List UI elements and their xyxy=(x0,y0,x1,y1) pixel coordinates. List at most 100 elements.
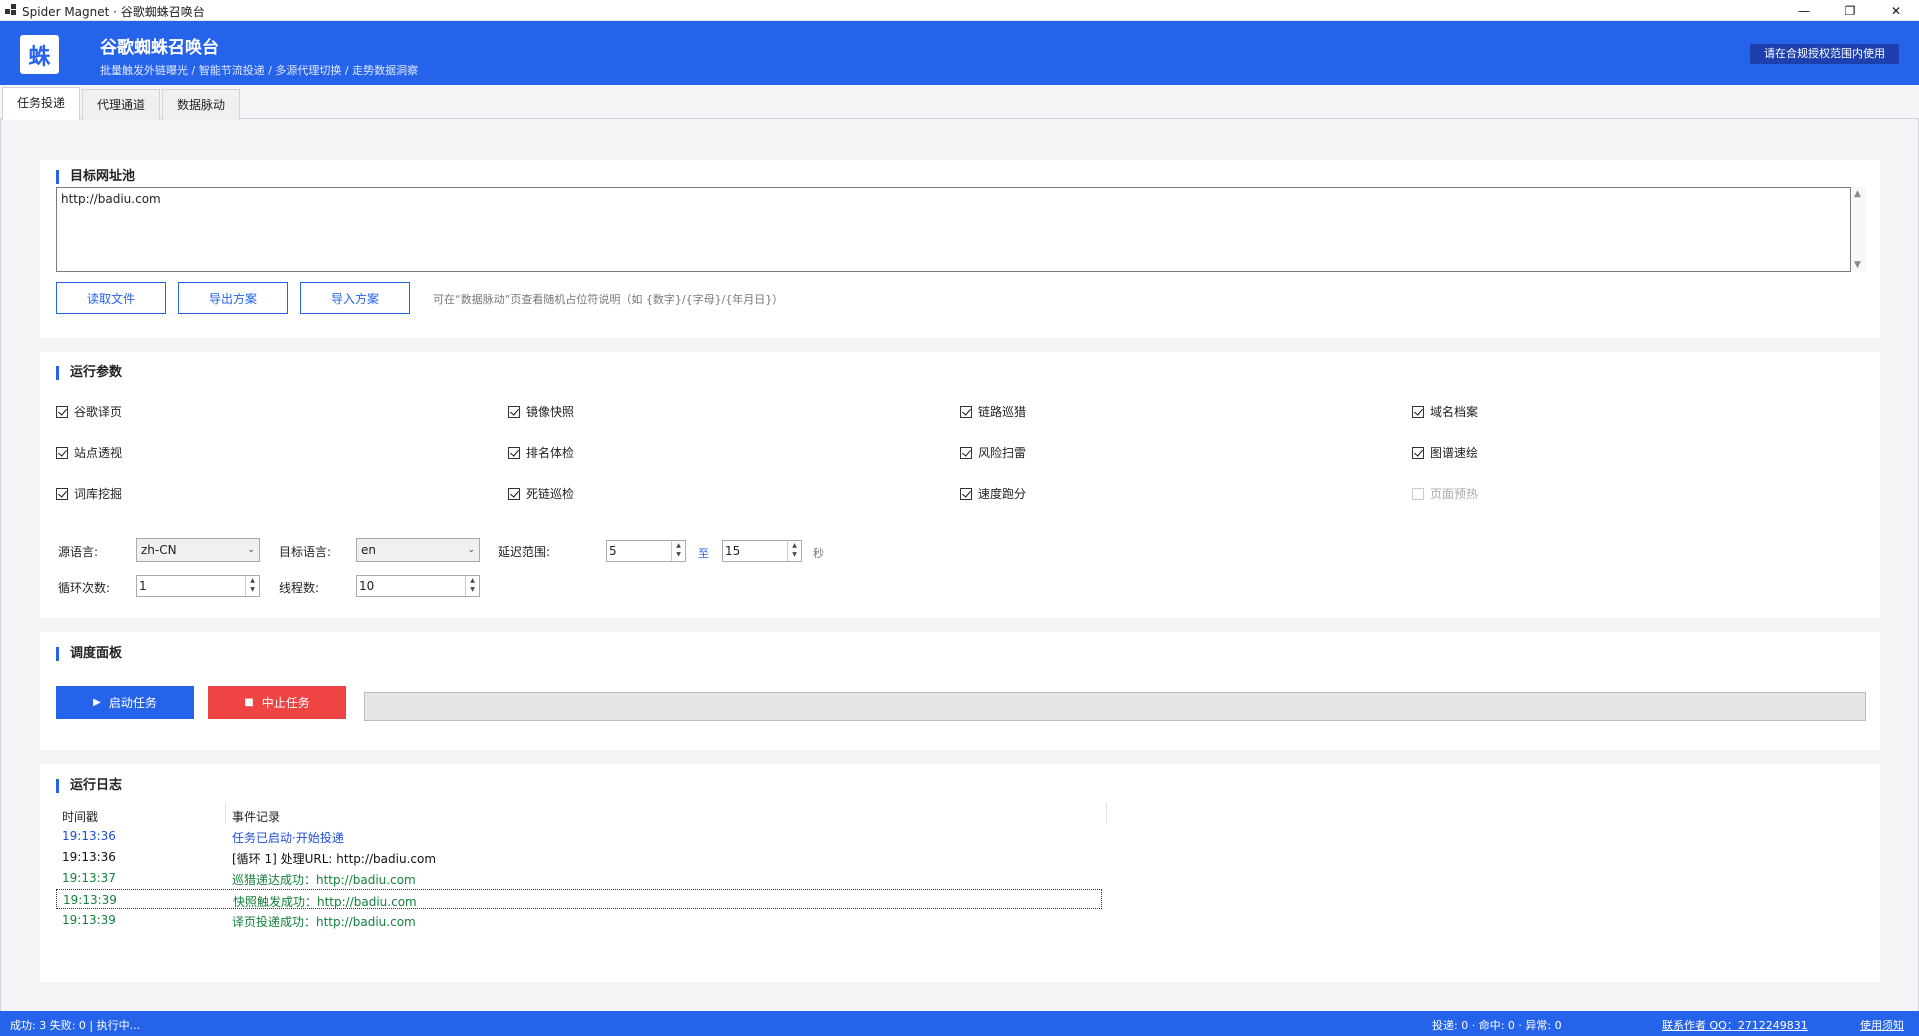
checkbox-option[interactable]: 域名档案 xyxy=(1412,403,1478,420)
delay-min-stepper[interactable]: 5 ▲ ▼ xyxy=(606,540,686,562)
checkbox-option[interactable]: 图谱速绘 xyxy=(1412,444,1478,461)
checkbox-option[interactable]: 词库挖掘 xyxy=(56,485,122,502)
task-progress-bar xyxy=(364,692,1866,721)
log-time: 19:13:37 xyxy=(62,871,116,885)
status-bar: 成功: 3 失败: 0 | 执行中... 投递: 0 · 命中: 0 · 异常:… xyxy=(0,1011,1919,1036)
app-header: 蛛 谷歌蜘蛛召唤台 批量触发外链曝光 / 智能节流投递 / 多源代理切换 / 走… xyxy=(0,21,1919,85)
start-task-button[interactable]: ▶ 启动任务 xyxy=(56,686,194,719)
loop-count-value: 1 xyxy=(139,579,147,593)
status-counters: 投递: 0 · 命中: 0 · 异常: 0 xyxy=(1432,1019,1562,1032)
start-task-label: 启动任务 xyxy=(108,696,157,710)
checkbox-label: 图谱速绘 xyxy=(1430,446,1479,460)
log-time: 19:13:36 xyxy=(62,829,116,843)
log-column-event[interactable]: 事件记录 xyxy=(232,808,280,825)
checkbox-option[interactable]: 谷歌译页 xyxy=(56,403,122,420)
thread-count-value: 10 xyxy=(359,579,375,593)
checkbox-label: 镜像快照 xyxy=(526,405,575,419)
checkbox-checked-icon[interactable] xyxy=(508,487,520,500)
placeholder-hint: 可在“数据脉动”页查看随机占位符说明（如 {数字}/{字母}/{年月日}） xyxy=(433,293,784,306)
delay-max-stepper[interactable]: 15 ▲ ▼ xyxy=(722,540,802,562)
window-title: Spider Magnet · 谷歌蜘蛛召唤台 xyxy=(22,5,205,19)
url-pool-scrollbar[interactable]: ▲ ▼ xyxy=(1851,187,1866,272)
log-event: 译页投递成功：http://badiu.com xyxy=(232,915,416,929)
checkbox-checked-icon[interactable] xyxy=(1412,405,1424,418)
column-divider[interactable] xyxy=(1106,802,1107,824)
loop-count-stepper[interactable]: 1 ▲ ▼ xyxy=(136,575,260,597)
restore-icon[interactable]: ❐ xyxy=(1827,0,1873,21)
target-lang-select[interactable]: en ⌄ xyxy=(356,538,480,562)
log-time: 19:13:39 xyxy=(63,893,117,907)
checkbox-checked-icon[interactable] xyxy=(508,446,520,459)
stop-task-button[interactable]: ■ 中止任务 xyxy=(208,686,346,719)
log-row[interactable]: 19:13:39 快照触发成功：http://badiu.com xyxy=(56,889,1102,909)
thread-count-label: 线程数: xyxy=(279,581,320,595)
checkbox-checked-icon[interactable] xyxy=(960,405,972,418)
log-row[interactable]: 19:13:39 译页投递成功：http://badiu.com xyxy=(56,910,1102,930)
checkbox-option[interactable]: 链路巡猎 xyxy=(960,403,1026,420)
source-lang-value: zh-CN xyxy=(141,543,177,557)
delay-unit-label: 秒 xyxy=(813,547,824,560)
app-icon xyxy=(5,4,17,16)
checkbox-checked-icon[interactable] xyxy=(56,487,68,500)
checkbox-checked-icon[interactable] xyxy=(56,446,68,459)
checkbox-option[interactable]: 风险扫雷 xyxy=(960,444,1026,461)
spin-arrows-icon[interactable]: ▲ ▼ xyxy=(465,576,479,596)
tab-task-delivery[interactable]: 任务投递 xyxy=(2,87,81,120)
checkbox-label: 页面预热 xyxy=(1430,487,1479,501)
usage-notice-link[interactable]: 使用须知 xyxy=(1860,1017,1904,1033)
spin-arrows-icon[interactable]: ▲ ▼ xyxy=(245,576,259,596)
window-titlebar: Spider Magnet · 谷歌蜘蛛召唤台 — ❐ ✕ xyxy=(0,0,1919,21)
log-event: 巡猎递达成功：http://badiu.com xyxy=(232,873,416,887)
delay-to-label: 至 xyxy=(698,547,709,560)
log-time: 19:13:39 xyxy=(62,913,116,927)
checkbox-unchecked-icon[interactable] xyxy=(1412,487,1424,500)
checkbox-option[interactable]: 镜像快照 xyxy=(508,403,574,420)
checkbox-label: 死链巡检 xyxy=(526,487,575,501)
log-column-time[interactable]: 时间戳 xyxy=(62,808,98,825)
checkbox-option[interactable]: 死链巡检 xyxy=(508,485,574,502)
source-lang-select[interactable]: zh-CN ⌄ xyxy=(136,538,260,562)
scroll-up-icon[interactable]: ▲ xyxy=(1854,189,1861,199)
loop-count-label: 循环次数: xyxy=(58,581,111,595)
checkbox-label: 站点透视 xyxy=(74,446,123,460)
spin-arrows-icon[interactable]: ▲ ▼ xyxy=(787,541,801,561)
delay-min-value: 5 xyxy=(609,544,617,558)
tab-data-pulse[interactable]: 数据脉动 xyxy=(162,89,241,120)
import-plan-button[interactable]: 导入方案 xyxy=(300,282,410,314)
run-log-card: 运行日志 时间戳 事件记录 19:13:36 任务已启动·开始投递 19:13:36… xyxy=(40,764,1880,982)
column-divider[interactable] xyxy=(225,802,226,824)
dispatch-card: 调度面板 ▶ 启动任务 ■ 中止任务 xyxy=(40,632,1880,750)
checkbox-checked-icon[interactable] xyxy=(1412,446,1424,459)
checkbox-label: 风险扫雷 xyxy=(978,446,1027,460)
log-row[interactable]: 19:13:36 [循环 1] 处理URL: http://badiu.com xyxy=(56,847,1102,867)
checkbox-checked-icon[interactable] xyxy=(56,405,68,418)
url-pool-textarea[interactable]: http://badiu.com xyxy=(56,187,1851,272)
checkbox-option: 页面预热 xyxy=(1412,485,1478,502)
chevron-down-icon: ⌄ xyxy=(467,545,475,555)
checkbox-checked-icon[interactable] xyxy=(960,446,972,459)
scroll-down-icon[interactable]: ▼ xyxy=(1854,260,1861,270)
contact-author-link[interactable]: 联系作者 QQ：2712249831 xyxy=(1662,1017,1808,1033)
thread-count-stepper[interactable]: 10 ▲ ▼ xyxy=(356,575,480,597)
url-pool-card: 目标网址池 http://badiu.com ▲ ▼ 读取文件 导出方案 导入方… xyxy=(40,160,1880,338)
log-row[interactable]: 19:13:37 巡猎递达成功：http://badiu.com xyxy=(56,868,1102,888)
log-event: 快照触发成功：http://badiu.com xyxy=(233,895,417,909)
spin-arrows-icon[interactable]: ▲ ▼ xyxy=(671,541,685,561)
checkbox-label: 排名体检 xyxy=(526,446,575,460)
read-file-button[interactable]: 读取文件 xyxy=(56,282,166,314)
logo: 蛛 xyxy=(20,35,59,74)
export-plan-button[interactable]: 导出方案 xyxy=(178,282,288,314)
checkbox-label: 词库挖掘 xyxy=(74,487,123,501)
minimize-icon[interactable]: — xyxy=(1781,0,1827,21)
dispatch-title: 调度面板 xyxy=(56,647,122,661)
checkbox-option[interactable]: 排名体检 xyxy=(508,444,574,461)
checkbox-option[interactable]: 站点透视 xyxy=(56,444,122,461)
checkbox-checked-icon[interactable] xyxy=(508,405,520,418)
checkbox-option[interactable]: 速度跑分 xyxy=(960,485,1026,502)
stop-task-label: 中止任务 xyxy=(261,696,310,710)
checkbox-checked-icon[interactable] xyxy=(960,487,972,500)
run-log-title: 运行日志 xyxy=(56,779,122,793)
log-row[interactable]: 19:13:36 任务已启动·开始投递 xyxy=(56,826,1102,846)
close-icon[interactable]: ✕ xyxy=(1873,0,1919,21)
tab-proxy-channel[interactable]: 代理通道 xyxy=(82,89,161,120)
